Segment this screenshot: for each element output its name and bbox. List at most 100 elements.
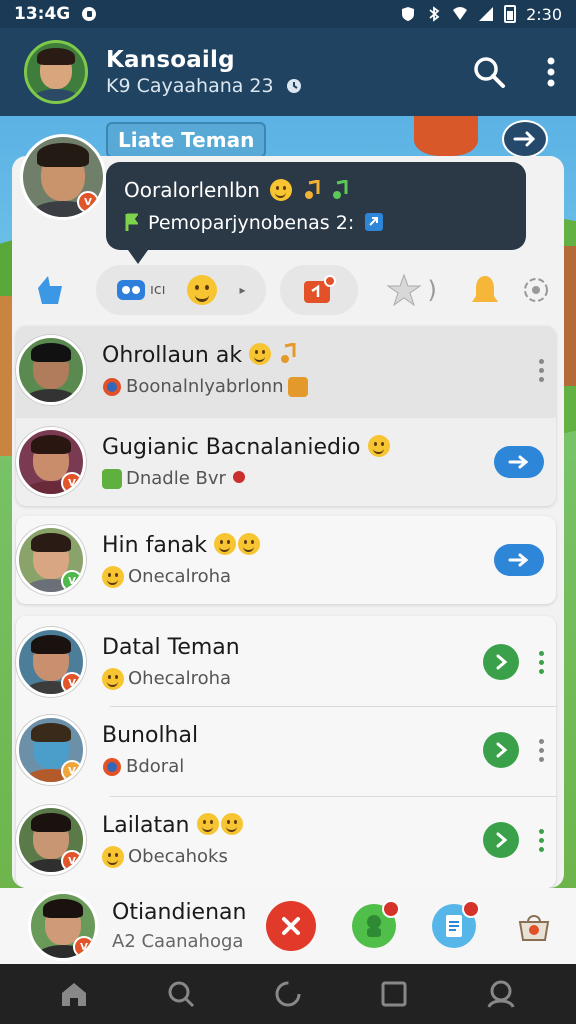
friend-name: Gugianic Bacnalaniedio — [102, 435, 390, 460]
friend-avatar[interactable]: V — [16, 427, 86, 497]
level-badge: V — [61, 672, 83, 694]
friend-avatar[interactable]: V — [16, 805, 86, 875]
level-badge: V — [61, 472, 83, 494]
profile-action-icon[interactable] — [352, 900, 400, 948]
reaction-row: ıcı ▸ ) — [32, 262, 562, 318]
notification-badge — [382, 900, 400, 918]
bag-icon[interactable] — [512, 904, 556, 948]
app-header: Kansoailg K9 Cayaahana 23 — [0, 28, 576, 116]
smile-emoji-icon — [367, 435, 390, 457]
smile-emoji-icon — [220, 812, 243, 835]
shield-icon — [402, 7, 415, 21]
banner-tag: Liate Teman — [106, 122, 267, 158]
search-icon[interactable] — [472, 55, 506, 89]
game-token-icon — [103, 377, 121, 396]
bubble-line-1: Ooralorlenlbn — [124, 178, 260, 202]
system-nav-bar — [0, 964, 576, 1024]
smile-emoji-icon — [102, 845, 124, 868]
user-avatar[interactable] — [24, 40, 88, 104]
friend-row[interactable]: V Hin fanak Onecalroha — [16, 524, 556, 596]
row-divider — [110, 706, 556, 707]
overflow-menu-icon[interactable] — [546, 55, 556, 89]
smile-emoji-icon — [187, 275, 218, 305]
decline-button[interactable] — [266, 901, 316, 951]
friend-status: Bdoral — [102, 756, 198, 777]
bluetooth-icon — [429, 6, 440, 22]
signal-icon — [479, 7, 494, 21]
level-badge: V — [61, 760, 83, 782]
level-badge: V — [73, 936, 95, 958]
bell-icon[interactable] — [467, 272, 503, 308]
friend-name: Bunolhal — [102, 723, 199, 748]
friend-row[interactable]: V Datal Teman Ohecalroha — [16, 624, 556, 700]
timer-icon — [286, 79, 301, 93]
friend-row[interactable]: V Gugianic Bacnalaniedio Dnadle Bvr — [16, 426, 556, 498]
gamepad-icon — [117, 280, 145, 300]
friend-avatar[interactable]: V — [16, 627, 86, 697]
row-divider — [110, 796, 556, 797]
bottom-name: Otiandienan — [112, 900, 247, 925]
go-button[interactable] — [483, 732, 519, 768]
music-note-icon — [281, 342, 296, 363]
friend-avatar[interactable] — [16, 335, 86, 405]
game-icon — [102, 468, 122, 489]
friend-avatar[interactable]: V — [28, 891, 98, 961]
settings-gear-icon[interactable] — [521, 275, 551, 305]
header-subtitle: K9 Cayaahana 23 — [106, 75, 304, 97]
friend-row[interactable]: V Lailatan Obecahoks — [16, 802, 556, 878]
star-separator: ) — [427, 276, 437, 304]
pill-caret: ▸ — [239, 283, 246, 297]
bottom-subtitle: A2 Caanahoga — [112, 931, 244, 952]
share-icon — [365, 213, 384, 231]
music-note-icon — [304, 179, 320, 199]
friend-status: Onecalroha — [102, 565, 260, 588]
refresh-icon[interactable] — [273, 979, 303, 1009]
friend-avatar[interactable]: V — [16, 715, 86, 785]
smile-emoji-icon — [249, 343, 272, 365]
row-menu-icon[interactable] — [539, 358, 544, 382]
wifi-icon — [453, 7, 468, 20]
recent-apps-icon[interactable] — [380, 980, 408, 1008]
friend-row[interactable]: V Bunolhal Bdoral — [16, 712, 556, 788]
friend-name: Ohrollaun ak — [102, 342, 308, 368]
game-token-icon — [103, 757, 121, 776]
header-title: Kansoailg — [106, 47, 235, 73]
reaction-count: ıcı — [150, 282, 166, 298]
friend-status: Dnadle Bvr — [102, 468, 390, 489]
game-icon — [287, 376, 308, 397]
friend-name: Lailatan — [102, 812, 243, 838]
profile-nav-icon[interactable] — [485, 979, 517, 1009]
like-icon[interactable] — [32, 272, 68, 308]
star-icon[interactable] — [385, 272, 422, 308]
smile-emoji-icon — [102, 667, 124, 690]
friend-avatar[interactable]: V — [16, 525, 86, 595]
battery-icon — [504, 5, 517, 23]
message-bubble: Ooralorlenlbn Pemoparjynobenas 2: — [106, 162, 526, 264]
home-icon[interactable] — [59, 980, 89, 1008]
music-note-icon — [333, 179, 348, 199]
friend-row[interactable]: Ohrollaun ak Boonalnlyabrlonn — [16, 334, 556, 406]
profile-avatar[interactable]: V — [20, 134, 106, 220]
status-bar: 13:4G 2:30 — [0, 0, 576, 28]
friend-name: Datal Teman — [102, 634, 240, 660]
gift-icon — [303, 275, 336, 303]
gift-pill[interactable] — [279, 265, 358, 315]
online-badge: V — [61, 570, 83, 592]
document-icon[interactable] — [432, 900, 480, 948]
row-menu-icon[interactable] — [539, 828, 544, 852]
row-menu-icon[interactable] — [539, 650, 544, 674]
row-menu-icon[interactable] — [539, 738, 544, 762]
bottom-action-bar: V Otiandienan A2 Caanahoga — [0, 888, 576, 964]
go-button[interactable] — [483, 644, 519, 680]
reaction-pill[interactable]: ıcı ▸ — [96, 265, 266, 315]
go-button[interactable] — [483, 822, 519, 858]
search-nav-icon[interactable] — [166, 979, 196, 1009]
send-button[interactable] — [494, 446, 544, 478]
smile-emoji-icon — [237, 532, 260, 555]
notification-icon — [82, 7, 97, 21]
smile-emoji-icon — [213, 532, 236, 555]
send-button[interactable] — [494, 544, 544, 576]
notification-badge — [462, 900, 480, 918]
friend-status: Ohecalroha — [102, 667, 240, 690]
share-arrow-icon[interactable] — [502, 120, 548, 158]
